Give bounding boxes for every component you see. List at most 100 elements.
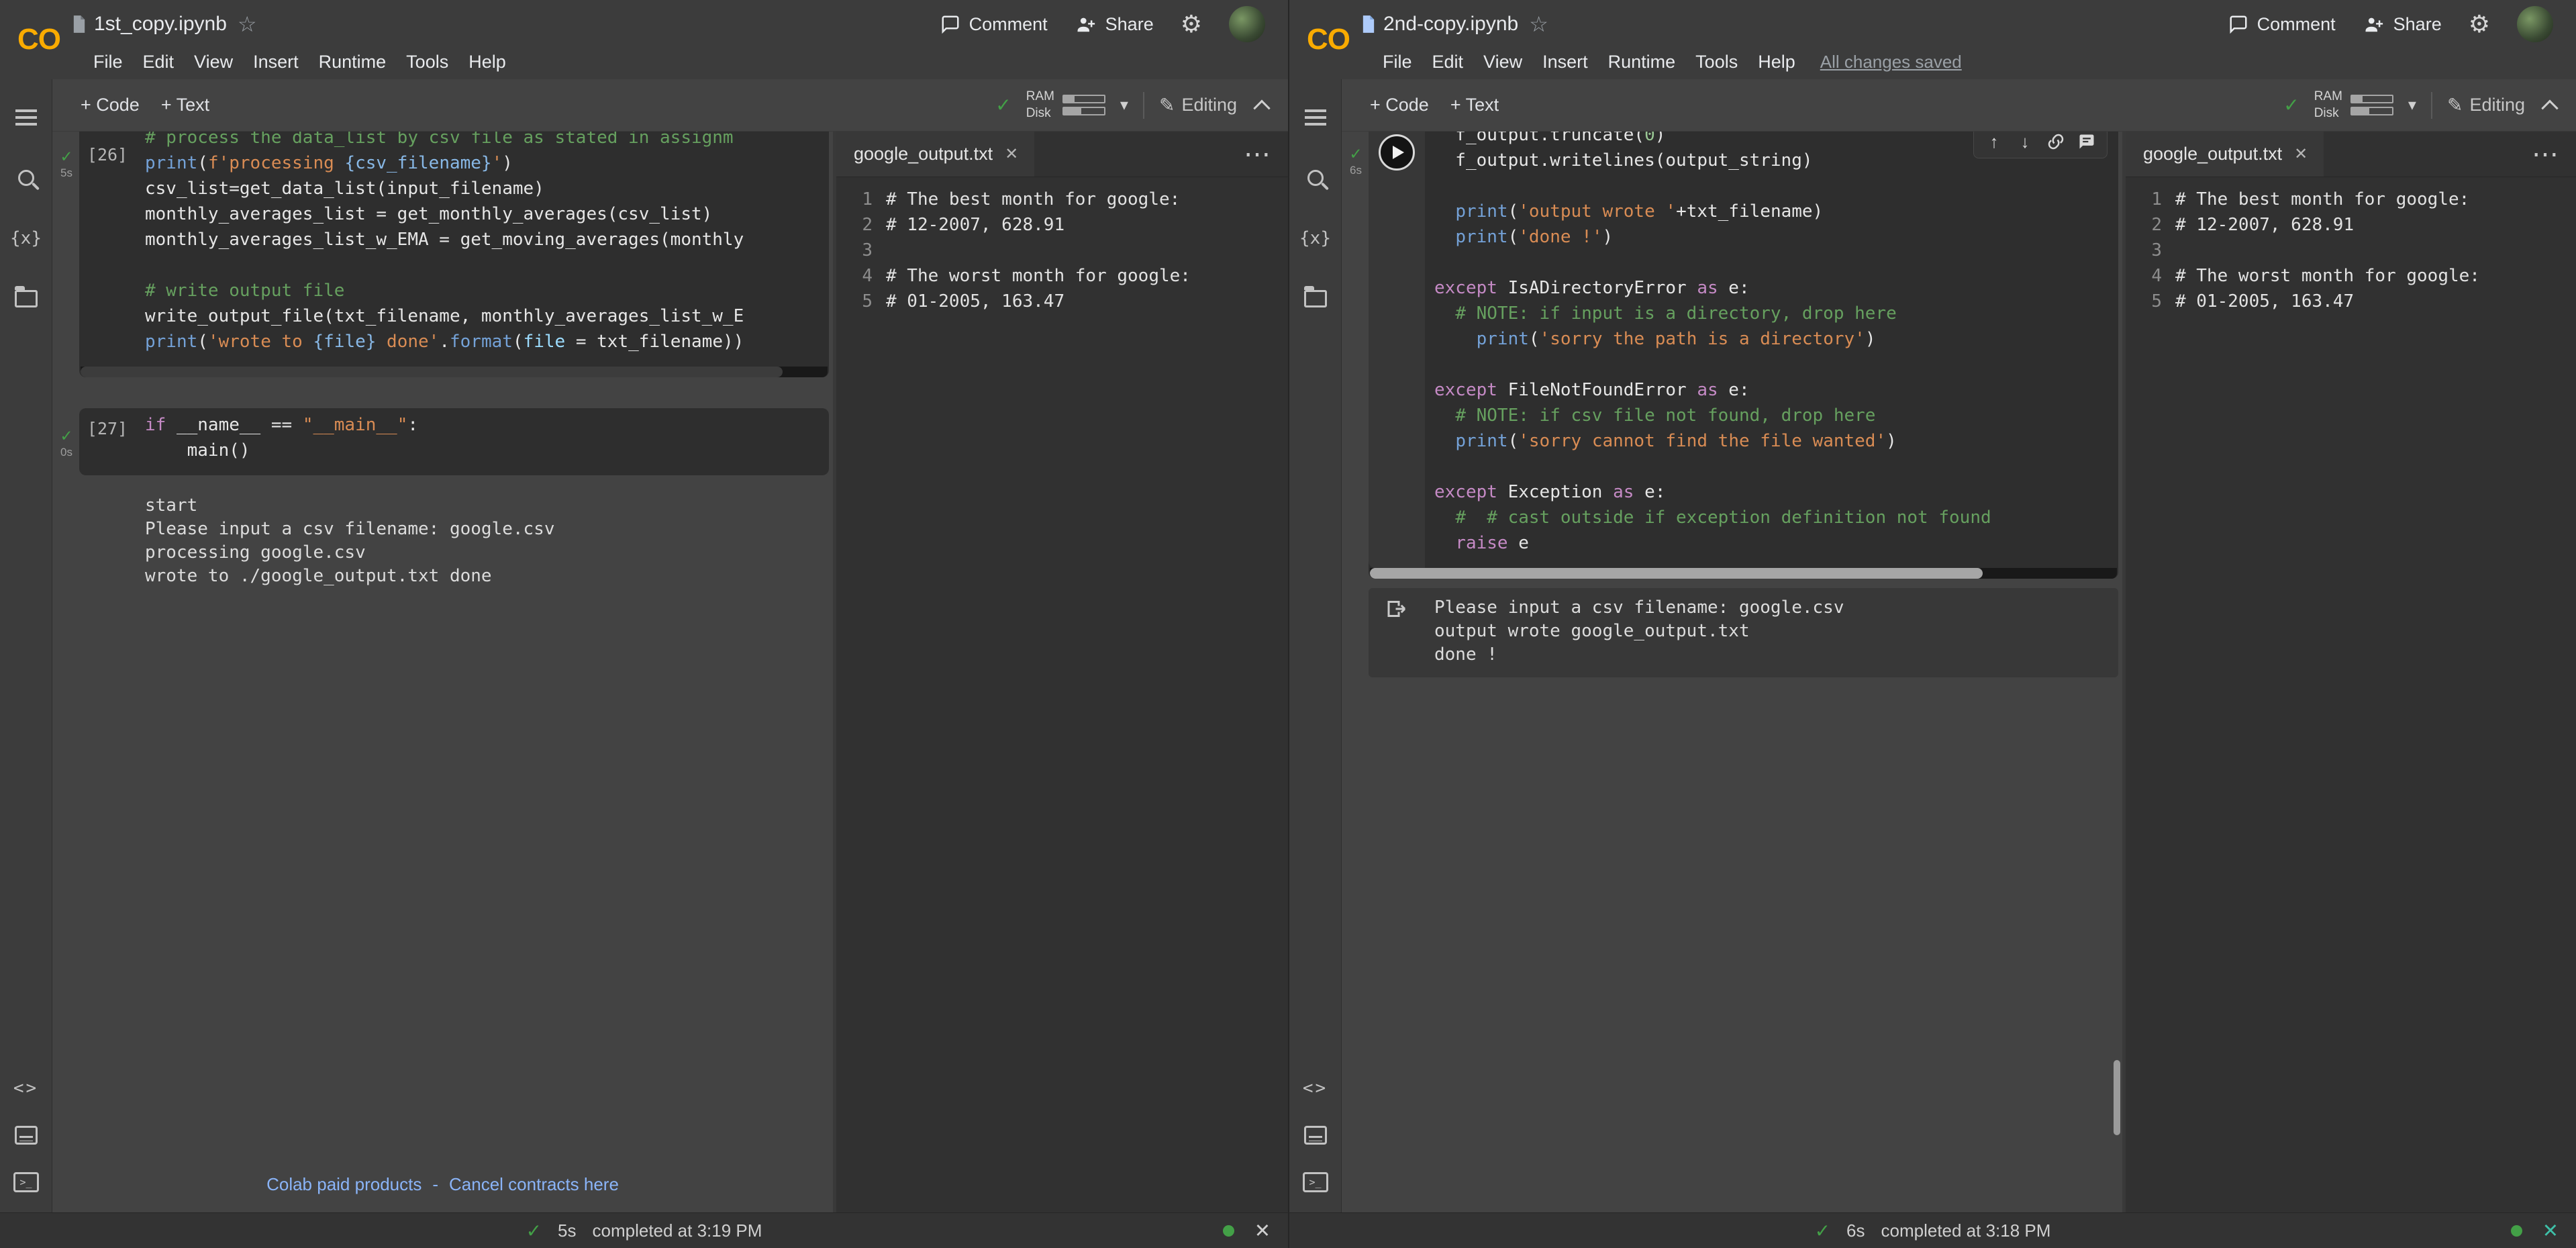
colab-logo[interactable]: CO [11,0,67,79]
share-person-icon [1075,14,1097,34]
file-content[interactable]: 1# The best month for google:2# 12-2007,… [2126,177,2576,317]
editing-mode-button[interactable]: ✎ Editing [2447,94,2525,116]
files-button[interactable] [1289,269,1341,329]
search-button[interactable] [0,148,52,208]
panel-more-menu[interactable]: ⋯ [1244,148,1271,161]
menu-help[interactable]: Help [1748,48,1805,77]
close-tab-icon[interactable]: ✕ [1005,144,1018,164]
menu-view[interactable]: View [184,48,243,77]
table-of-contents-button[interactable] [0,87,52,148]
close-tab-icon[interactable]: ✕ [2294,144,2308,164]
cell-horizontal-scrollbar[interactable] [1370,568,2117,579]
share-person-icon [2363,14,2385,34]
output-line: output wrote google_output.txt [1434,620,1844,643]
share-button[interactable]: Share [2363,14,2442,35]
move-cell-up-button[interactable]: ↑ [1981,132,2008,155]
file-line: 1# The best month for google: [2142,189,2569,215]
collapse-toolbar-chevron[interactable] [1253,99,1270,116]
tab-google-output-txt[interactable]: google_output.txt ✕ [836,132,1034,177]
execution-output: startPlease input a csv filename: google… [145,494,829,588]
execution-count[interactable]: [26] [79,132,136,367]
toolbar-divider [2431,92,2432,119]
completion-time: completed at 3:18 PM [1881,1220,2051,1241]
all-changes-saved-label[interactable]: All changes saved [1820,52,1962,73]
menu-edit[interactable]: Edit [133,48,185,77]
search-button[interactable] [1289,148,1341,208]
menu-file[interactable]: File [1373,48,1422,77]
code-editor[interactable]: if __name__ == "__main__": main() [136,408,829,475]
copy-cell-link-button[interactable] [2042,132,2069,155]
file-line: 5# 01-2005, 163.47 [2142,291,2569,317]
menu-help[interactable]: Help [458,48,516,77]
panel-more-menu[interactable]: ⋯ [2532,148,2559,161]
command-palette-button[interactable] [0,1112,52,1159]
code-snippets-button[interactable]: <> [1289,1065,1341,1112]
colab-paid-products-link[interactable]: Colab paid products [266,1174,422,1195]
file-content[interactable]: 1# The best month for google:2# 12-2007,… [836,177,1288,317]
close-status-button[interactable]: ✕ [1254,1219,1271,1243]
variables-button[interactable]: {x} [1289,208,1341,269]
code-cell-26[interactable]: ✓ 5s [26] # process the data_list by csv… [79,132,829,377]
resources-dropdown-caret[interactable]: ▾ [1120,95,1128,115]
close-status-button[interactable]: ✕ [2542,1219,2559,1243]
colab-logo[interactable]: CO [1300,0,1356,79]
star-icon[interactable]: ☆ [238,11,257,37]
add-code-button[interactable]: + Code [1359,89,1440,121]
execution-duration: 5s [558,1220,576,1241]
menu-edit[interactable]: Edit [1422,48,1474,77]
resources-dropdown-caret[interactable]: ▾ [2408,95,2416,115]
code-line: main() [145,438,829,463]
collapse-toolbar-chevron[interactable] [2541,99,2558,116]
command-palette-button[interactable] [1289,1112,1341,1159]
add-text-button[interactable]: + Text [150,89,220,121]
notebook-file-icon [71,15,87,34]
code-cell-27[interactable]: ✓ 0s [27] if __name__ == "__main__": mai… [79,408,829,475]
star-icon[interactable]: ☆ [1529,11,1548,37]
comment-button[interactable]: Comment [940,14,1048,35]
cancel-contracts-link[interactable]: Cancel contracts here [449,1174,619,1195]
comment-button[interactable]: Comment [2228,14,2336,35]
code-editor[interactable]: # process the data_list by csv file as s… [136,132,829,367]
terminal-button[interactable]: >_ [1289,1159,1341,1206]
menu-insert[interactable]: Insert [243,48,309,77]
share-button[interactable]: Share [1075,14,1154,35]
notebook-title[interactable]: 1st_copy.ipynb [94,13,227,36]
menu-tools[interactable]: Tools [396,48,458,77]
cell-horizontal-scrollbar[interactable] [81,367,828,377]
menu-tools[interactable]: Tools [1685,48,1748,77]
menu-insert[interactable]: Insert [1532,48,1598,77]
code-cell[interactable]: ✓ 6s ↑ ↓ [1369,132,2118,579]
disk-usage-meter [2350,107,2393,115]
code-editor[interactable]: f_output.truncate(0) f_output.writelines… [1425,132,2118,568]
menu-file[interactable]: File [83,48,133,77]
files-button[interactable] [0,269,52,329]
user-avatar[interactable] [1229,6,1265,42]
ram-disk-indicator[interactable]: RAM Disk [1026,89,1105,122]
add-code-button[interactable]: + Code [70,89,150,121]
tab-google-output-txt[interactable]: google_output.txt ✕ [2126,132,2324,177]
settings-gear-icon[interactable]: ⚙ [2469,10,2490,38]
add-text-button[interactable]: + Text [1440,89,1509,121]
left-sidebar: {x} <> >_ [0,79,52,1212]
comment-cell-button[interactable] [2073,132,2100,155]
code-line: print('output wrote '+txt_filename) [1434,199,2118,224]
editing-mode-button[interactable]: ✎ Editing [1159,94,1237,116]
table-of-contents-button[interactable] [1289,87,1341,148]
run-cell-button[interactable] [1379,134,1415,171]
ram-disk-indicator[interactable]: RAM Disk [2314,89,2393,122]
code-line: print('sorry the path is a directory') [1434,326,2118,352]
menu-view[interactable]: View [1473,48,1532,77]
menu-runtime[interactable]: Runtime [309,48,397,77]
execution-count[interactable]: [27] [79,408,136,475]
notebook-title[interactable]: 2nd-copy.ipynb [1383,13,1518,36]
menu-runtime[interactable]: Runtime [1598,48,1686,77]
variables-button[interactable]: {x} [0,208,52,269]
user-avatar[interactable] [2517,6,2553,42]
notebook-vertical-scrollbar[interactable] [2114,1060,2120,1135]
output-line: Please input a csv filename: google.csv [145,518,829,541]
settings-gear-icon[interactable]: ⚙ [1181,10,1202,38]
terminal-button[interactable]: >_ [0,1159,52,1206]
move-cell-down-button[interactable]: ↓ [2012,132,2038,155]
code-snippets-button[interactable]: <> [0,1065,52,1112]
cell-success-check-icon: ✓ [60,427,72,445]
